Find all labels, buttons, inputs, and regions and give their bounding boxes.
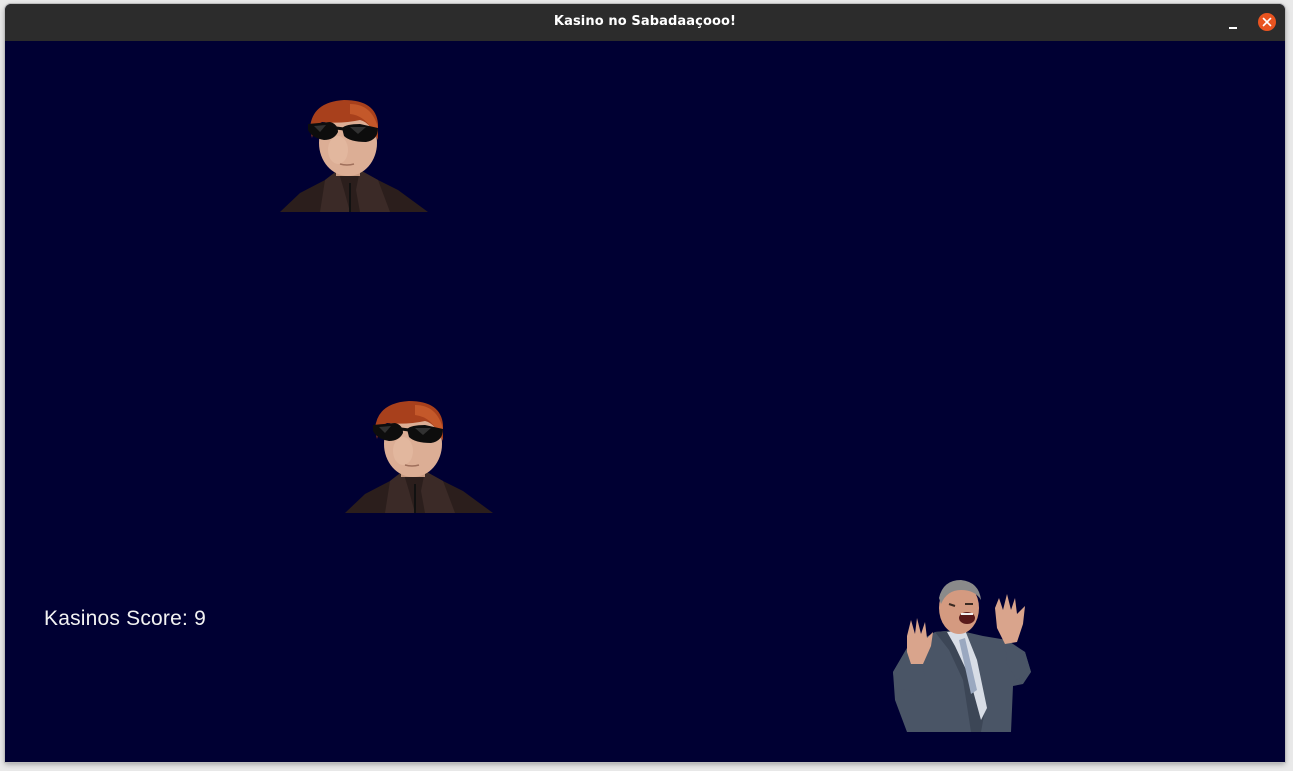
player-sprite-shouting-man	[893, 580, 1031, 732]
enemy-sprite-sunglasses-guy	[280, 100, 428, 212]
enemy-sprite-sunglasses-guy	[345, 401, 493, 513]
game-window: Kasino no Sabadaaçooo! Kasinos Score: 9	[5, 4, 1285, 762]
game-canvas[interactable]: Kasinos Score: 9	[5, 41, 1285, 762]
close-button[interactable]	[1258, 13, 1276, 31]
title-bar: Kasino no Sabadaaçooo!	[5, 4, 1285, 41]
score-label: Kasinos Score: 9	[44, 607, 206, 630]
window-title: Kasino no Sabadaaçooo!	[553, 14, 737, 29]
minimize-button[interactable]	[1223, 13, 1243, 33]
close-icon	[1262, 17, 1272, 27]
